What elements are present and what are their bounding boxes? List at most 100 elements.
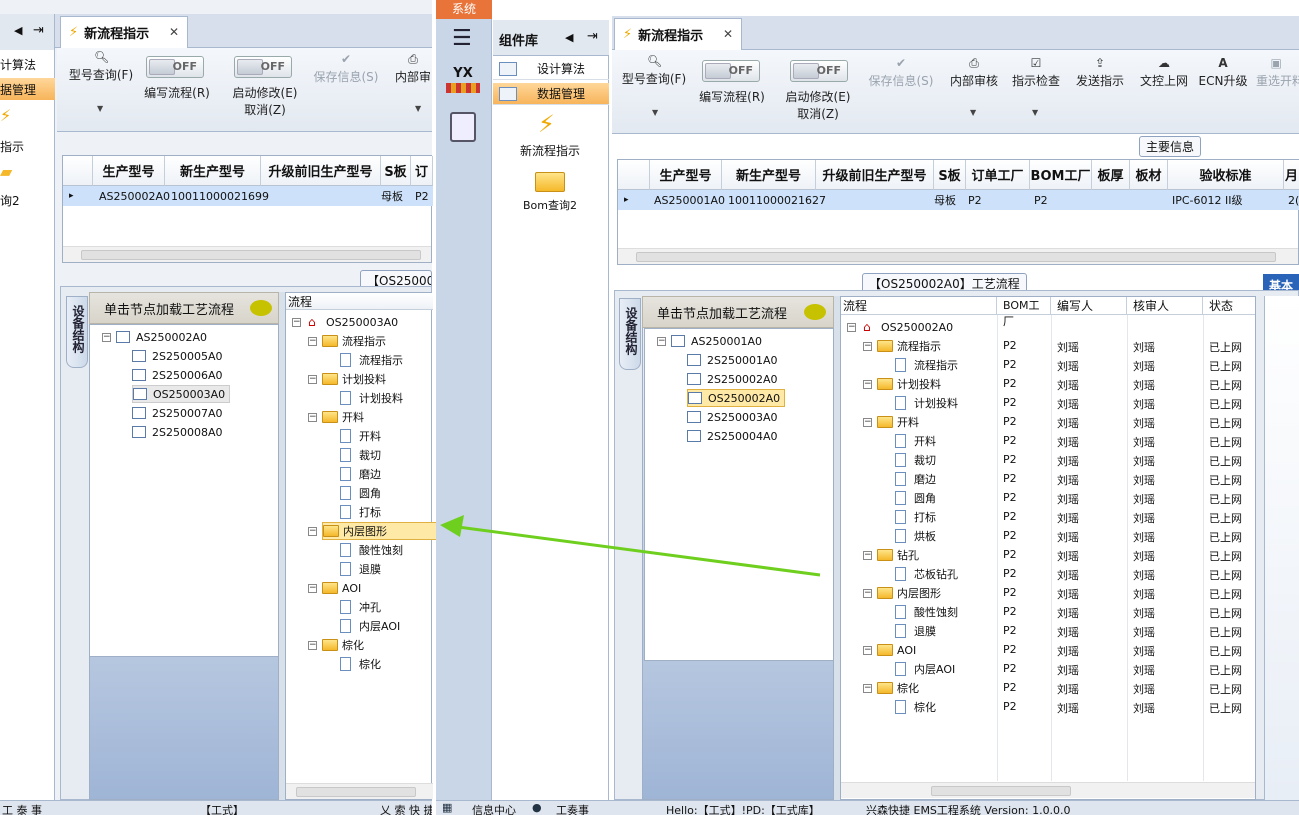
- flow-step[interactable]: 内层AOI: [340, 617, 400, 635]
- collapse-left-icon[interactable]: ◀: [565, 31, 573, 44]
- chevron-down-icon[interactable]: ▼: [97, 104, 103, 113]
- flow-step[interactable]: 磨边: [895, 470, 936, 488]
- col-header[interactable]: 生产型号: [650, 160, 722, 190]
- tree-item[interactable]: 2S250004A0: [687, 427, 778, 445]
- flow-folder[interactable]: AOI: [322, 579, 361, 597]
- nav-item-indicate[interactable]: 指示: [0, 138, 24, 155]
- close-icon[interactable]: ✕: [169, 25, 179, 39]
- collapse-icon[interactable]: −: [863, 551, 872, 560]
- collapse-icon[interactable]: −: [308, 641, 317, 650]
- nav-item-query[interactable]: 询2: [0, 192, 20, 209]
- tree-item-selected[interactable]: OS250002A0: [687, 389, 786, 407]
- flow-step[interactable]: 流程指示: [340, 351, 403, 369]
- collapse-left-icon[interactable]: ◀: [14, 24, 22, 37]
- yx-app-icon[interactable]: YX: [446, 66, 480, 98]
- start-modify-toggle[interactable]: OFF: [790, 60, 848, 82]
- tree-root[interactable]: AS250002A0: [116, 328, 207, 346]
- internal-review-button[interactable]: ⎙ 内部审核: [946, 56, 1002, 89]
- tree-item-selected[interactable]: OS250003A0: [132, 385, 231, 403]
- flow-step[interactable]: 退膜: [340, 560, 381, 578]
- col-header[interactable]: BOM工厂: [1030, 160, 1092, 190]
- col-header[interactable]: 月: [1284, 160, 1299, 190]
- horizontal-scrollbar[interactable]: [841, 782, 1255, 798]
- collapse-icon[interactable]: −: [847, 323, 856, 332]
- collapse-icon[interactable]: −: [308, 375, 317, 384]
- flow-step[interactable]: 酸性蚀刻: [340, 541, 403, 559]
- write-flow-toggle[interactable]: OFF: [146, 56, 204, 78]
- horizontal-scrollbar[interactable]: [63, 246, 431, 262]
- close-icon[interactable]: ✕: [723, 27, 733, 41]
- col-header[interactable]: 订单工厂: [966, 160, 1030, 190]
- col-header[interactable]: 生产型号: [93, 156, 165, 186]
- tree-item[interactable]: 2S250007A0: [132, 404, 223, 422]
- tree-item[interactable]: 2S250006A0: [132, 366, 223, 384]
- hamburger-menu-icon[interactable]: ☰: [452, 26, 472, 51]
- col-header[interactable]: S板: [934, 160, 966, 190]
- indicate-check-button[interactable]: ☑ 指示检查: [1008, 56, 1064, 89]
- flow-folder[interactable]: 钻孔: [877, 546, 919, 564]
- flow-folder[interactable]: 计划投料: [877, 375, 941, 393]
- collapse-icon[interactable]: −: [308, 527, 317, 536]
- col-header[interactable]: 板厚: [1092, 160, 1130, 190]
- flow-folder[interactable]: 开料: [322, 408, 364, 426]
- flow-step[interactable]: 开料: [340, 427, 381, 445]
- collapse-icon[interactable]: −: [863, 418, 872, 427]
- cancel-button[interactable]: 取消(Z): [790, 105, 846, 122]
- flow-folder[interactable]: 流程指示: [322, 332, 386, 350]
- chevron-down-icon[interactable]: ▼: [970, 108, 976, 117]
- horizontal-scrollbar[interactable]: [618, 248, 1298, 264]
- flow-step[interactable]: 开料: [895, 432, 936, 450]
- chevron-down-icon[interactable]: ▼: [1032, 108, 1038, 117]
- collapse-icon[interactable]: −: [863, 646, 872, 655]
- model-query-button[interactable]: 🔍︎ 型号查询(F): [65, 50, 137, 83]
- flow-step[interactable]: 磨边: [340, 465, 381, 483]
- flow-step[interactable]: 棕化: [340, 655, 381, 673]
- col-header[interactable]: 新生产型号: [165, 156, 261, 186]
- flow-step[interactable]: 计划投料: [895, 394, 958, 412]
- table-row[interactable]: ▸ AS250001A0 10011000021627 母板 P2 P2 IPC…: [618, 190, 1299, 210]
- launch-bom-query[interactable]: Bom查询2: [510, 197, 590, 213]
- col-header[interactable]: 升级前旧生产型号: [816, 160, 934, 190]
- flow-step[interactable]: 内层AOI: [895, 660, 955, 678]
- col-header[interactable]: 升级前旧生产型号: [261, 156, 381, 186]
- chevron-down-icon[interactable]: ▼: [415, 104, 421, 113]
- table-row[interactable]: ▸ AS250002A0 10011000021699 母板 P2: [63, 186, 433, 206]
- flow-folder[interactable]: 开料: [877, 413, 919, 431]
- tree-item[interactable]: 2S250001A0: [687, 351, 778, 369]
- flow-root[interactable]: ⌂ OS250002A0: [863, 318, 953, 336]
- equipment-structure-tab[interactable]: 设备结构: [619, 298, 641, 370]
- nav-item-data-management[interactable]: 数据管理: [493, 83, 609, 105]
- horizontal-scrollbar[interactable]: [286, 783, 433, 799]
- cancel-button[interactable]: 取消(Z): [237, 101, 293, 118]
- collapse-icon[interactable]: −: [863, 684, 872, 693]
- flow-step[interactable]: 打标: [895, 508, 936, 526]
- collapse-icon[interactable]: −: [863, 342, 872, 351]
- left-tab-new-flow[interactable]: ⚡ 新流程指示 ✕: [60, 16, 188, 48]
- col-header[interactable]: 验收标准: [1168, 160, 1284, 190]
- ecn-upgrade-button[interactable]: A ECN升级: [1198, 56, 1248, 89]
- flow-folder[interactable]: 内层图形: [877, 584, 941, 602]
- flow-step[interactable]: 裁切: [340, 446, 381, 464]
- pin-icon[interactable]: ⇥: [33, 23, 44, 38]
- send-indicate-button[interactable]: ⇪ 发送指示: [1072, 56, 1128, 89]
- collapse-icon[interactable]: −: [657, 337, 666, 346]
- flow-folder[interactable]: 棕化: [877, 679, 919, 697]
- launch-new-flow[interactable]: 新流程指示: [510, 142, 590, 159]
- pin-icon[interactable]: ⇥: [587, 29, 598, 44]
- tree-item[interactable]: 2S250005A0: [132, 347, 223, 365]
- col-header[interactable]: 板材: [1130, 160, 1168, 190]
- flow-step[interactable]: 烘板: [895, 527, 936, 545]
- flow-step[interactable]: 酸性蚀刻: [895, 603, 958, 621]
- flow-step[interactable]: 芯板钻孔: [895, 565, 958, 583]
- chevron-down-icon[interactable]: ▼: [652, 108, 658, 117]
- collapse-icon[interactable]: −: [863, 589, 872, 598]
- save-info-button[interactable]: ✔ 保存信息(S): [311, 52, 381, 85]
- flow-step[interactable]: 冲孔: [340, 598, 381, 616]
- flow-step[interactable]: 退膜: [895, 622, 936, 640]
- flow-step[interactable]: 圆角: [895, 489, 936, 507]
- tree-root[interactable]: AS250001A0: [671, 332, 762, 350]
- write-flow-toggle[interactable]: OFF: [702, 60, 760, 82]
- flow-step[interactable]: 流程指示: [895, 356, 958, 374]
- flow-folder[interactable]: 棕化: [322, 636, 364, 654]
- flow-step[interactable]: 棕化: [895, 698, 936, 716]
